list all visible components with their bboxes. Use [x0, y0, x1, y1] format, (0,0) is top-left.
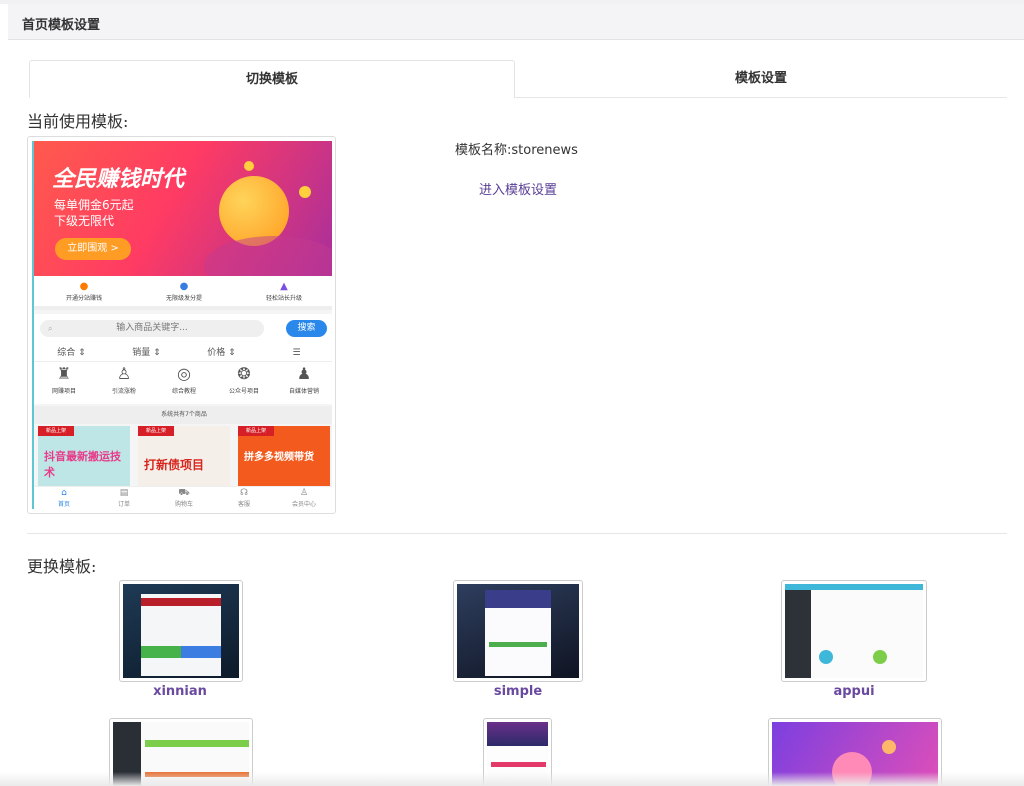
enter-template-settings-link[interactable]: 进入模板设置 — [479, 179, 557, 198]
thumb-block — [181, 646, 221, 658]
new-tag: 新品上架 — [138, 426, 174, 436]
banner-button: 立即围观 > — [55, 238, 131, 260]
perk-item: ● 无限级发分提 — [134, 276, 234, 306]
current-template-preview: 全民赚钱时代 每单佣金6元起 下级无限代 立即围观 > ● 开通分站赚钱 ● 无限级… — [27, 136, 336, 514]
more-templates-heading: 更换模板: — [27, 557, 97, 576]
template-name-simple[interactable]: simple — [418, 684, 618, 699]
sort-item: 价格 ⇕ — [207, 348, 236, 358]
thumb-image — [123, 584, 239, 678]
category-item: ♟ 自媒体营销 — [274, 362, 332, 404]
goods-card: 新品上架 打新债项目 — [138, 426, 230, 486]
preview-search-input: ⌕ 输入商品关键字... — [40, 320, 264, 337]
sort-item: 综合 ⇕ — [57, 348, 86, 358]
coin-icon — [244, 161, 254, 171]
category-item: ❂ 公众号项目 — [214, 362, 274, 404]
goods-count: 系统共有7个商品 — [34, 406, 332, 424]
tab-member: ♙ 会员中心 — [274, 487, 332, 509]
thumb-block — [489, 642, 547, 647]
tab-service: ☊ 客服 — [214, 487, 274, 509]
preview-search-row: ⌕ 输入商品关键字... 搜索 — [34, 314, 332, 344]
goods-title: 打新债项目 — [144, 458, 205, 472]
tab-switch-template[interactable]: 切换模板 — [29, 60, 515, 98]
list-view-icon: ☰ — [292, 348, 301, 358]
tab-bar: 切换模板 模板设置 — [29, 60, 1007, 98]
thumb-block — [819, 650, 833, 664]
order-icon: ▤ — [119, 488, 129, 498]
phone-preview: 全民赚钱时代 每单佣金6元起 下级无限代 立即围观 > ● 开通分站赚钱 ● 无限级… — [32, 141, 332, 509]
template-name-xinnian[interactable]: xinnian — [80, 684, 280, 699]
banner-headline: 全民赚钱时代 — [52, 167, 185, 192]
new-tag: 新品上架 — [238, 426, 274, 436]
template-thumb-simple[interactable] — [453, 580, 583, 682]
thumb-bar — [485, 590, 551, 608]
thumb-image — [457, 584, 579, 678]
preview-category-row: ♜ 网赚项目 ♙ 引流涨粉 ◎ 综合教程 ❂ 公众号项目 ♟ 自媒体营销 — [34, 362, 332, 404]
thumb-block — [141, 646, 181, 658]
thumb-image — [785, 584, 923, 678]
user-icon: ♟ — [296, 364, 312, 383]
thumb-block — [873, 650, 887, 664]
money-bag-icon: ♜ — [56, 364, 72, 383]
new-tag: 新品上架 — [38, 426, 74, 436]
banner-subtitle: 每单佣金6元起 — [54, 198, 134, 212]
home-icon: ⌂ — [61, 488, 67, 498]
goods-title: 抖音最新搬运技术 — [44, 450, 121, 479]
banner-subtitle-2: 下级无限代 — [54, 214, 115, 228]
rocket-icon: ▲ — [280, 281, 288, 292]
bottom-shade — [0, 772, 1024, 786]
search-icon: ⌕ — [48, 324, 53, 333]
thumb-sidebar — [785, 590, 811, 678]
category-item: ◎ 综合教程 — [154, 362, 214, 404]
template-thumb-appui[interactable] — [781, 580, 927, 682]
current-template-heading: 当前使用模板: — [27, 112, 129, 131]
cart-icon: ⛟ — [178, 488, 190, 498]
group-icon: ● — [179, 281, 189, 292]
preview-tab-bar: ⌂ 首页 ▤ 订单 ⛟ 购物车 ☊ 客服 ♙ 会员中心 — [34, 486, 332, 509]
thumb-bar — [141, 598, 221, 606]
page-header: 首页模板设置 — [8, 4, 1024, 40]
goods-grid: 新品上架 抖音最新搬运技术 新品上架 打新债项目 新品上架 拼多多视频带货 — [38, 426, 330, 486]
wechat-icon: ❂ — [237, 364, 251, 383]
goods-title: 拼多多视频带货 — [244, 452, 314, 463]
thumb-bar — [487, 722, 548, 746]
thumb-card — [141, 594, 221, 676]
globe-icon: ◎ — [177, 364, 191, 383]
sort-item: 销量 ⇕ — [132, 348, 161, 358]
coin-icon — [299, 186, 311, 198]
perk-row: ● 开通分站赚钱 ● 无限级发分提 ▲ 轻松站长升级 — [34, 276, 332, 310]
template-name-appui[interactable]: appui — [754, 684, 954, 699]
tab-template-settings[interactable]: 模板设置 — [515, 60, 1007, 98]
section-divider — [27, 533, 1007, 534]
preview-sort-row: 综合 ⇕ 销量 ⇕ 价格 ⇕ ☰ — [34, 344, 332, 362]
user-icon: ♙ — [299, 488, 309, 498]
add-user-icon: ♙ — [116, 364, 132, 383]
tab-home: ⌂ 首页 — [34, 487, 94, 509]
wallet-icon: ● — [79, 281, 89, 292]
page-title: 首页模板设置 — [22, 18, 101, 33]
tab-orders: ▤ 订单 — [94, 487, 154, 509]
template-name: 模板名称:storenews — [455, 143, 578, 158]
tab-cart: ⛟ 购物车 — [154, 487, 214, 509]
template-thumb-xinnian[interactable] — [119, 580, 243, 682]
goods-card: 新品上架 拼多多视频带货 — [238, 426, 330, 486]
category-item: ♜ 网赚项目 — [34, 362, 94, 404]
thumb-block — [491, 762, 546, 767]
headset-icon: ☊ — [240, 488, 248, 498]
thumb-illustration — [882, 740, 896, 754]
perk-item: ▲ 轻松站长升级 — [234, 276, 332, 306]
thumb-block — [145, 740, 249, 747]
preview-search-button: 搜索 — [286, 320, 327, 337]
perk-item: ● 开通分站赚钱 — [34, 276, 134, 306]
category-item: ♙ 引流涨粉 — [94, 362, 154, 404]
preview-banner: 全民赚钱时代 每单佣金6元起 下级无限代 立即围观 > — [34, 141, 332, 296]
goods-card: 新品上架 抖音最新搬运技术 — [38, 426, 130, 486]
page: 首页模板设置 切换模板 模板设置 当前使用模板: 全民赚钱时代 每单佣金6元起 … — [0, 0, 1024, 786]
